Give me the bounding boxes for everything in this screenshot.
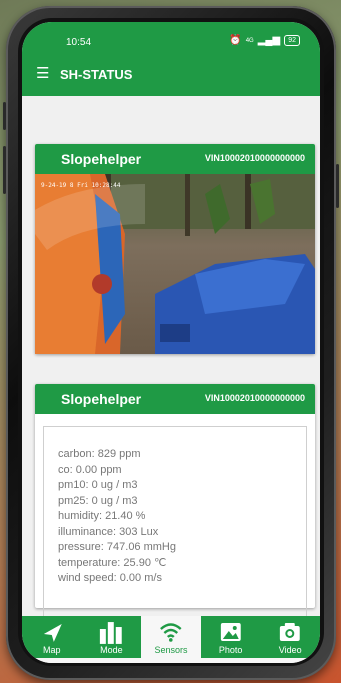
volume-button [3,102,6,130]
reading-pm10: pm10: 0 ug / m3 [58,479,138,491]
nav-sensors[interactable]: Sensors [141,616,201,658]
status-bar: 10:54 ⏰ 4G ▂▄▆ 92 [22,22,320,54]
battery-icon: 92 [284,35,300,46]
reading-co: co: 0.00 ppm [58,463,122,476]
volume-button-down [3,146,6,194]
navigation-arrow-icon [43,624,62,642]
camera-card-header: Slopehelper VIN10002010000000000 [35,144,315,174]
nav-mode[interactable]: Mode [82,616,142,658]
reading-illuminance: illuminance: 303 Lux [58,525,159,538]
content-area[interactable]: Slopehelper VIN10002010000000000 9-24-19… [22,96,320,620]
nav-map[interactable]: Map [22,616,82,658]
wifi-icon [160,623,182,642]
nav-photo-label: Photo [218,645,243,655]
sensor-card: Slopehelper VIN10002010000000000 carbon:… [35,384,315,620]
status-time: 10:54 [66,37,92,48]
nav-photo[interactable]: Photo [201,616,261,658]
power-button [336,164,339,208]
camera-card-title: Slopehelper [61,151,142,167]
camera-timestamp: 9-24-19 8 Fri 10:28:44 [41,182,121,189]
camera-icon [280,623,301,641]
system-nav-bar [22,658,320,663]
reading-pm25: pm25: 0 ug / m3 [58,494,138,507]
status-icons: ⏰ 4G ▂▄▆ 92 [229,35,300,46]
reading-pressure: pressure: 747.06 mmHg [58,541,176,553]
nav-video-label: Video [278,645,302,655]
camera-image [35,174,315,354]
nav-sensors-label: Sensors [154,645,188,655]
bottom-nav: Map Mode Sensors Photo Video [22,616,320,658]
reading-humidity: humidity: 21.40 % [58,510,146,522]
reading-carbon: carbon: 829 ppm [58,448,141,460]
signal-icon: ▂▄▆ [257,35,281,46]
nav-video[interactable]: Video [260,616,320,658]
bar-chart-icon [99,622,122,644]
page-title: SH-STATUS [60,67,133,82]
menu-icon[interactable]: ☰ [36,66,49,81]
nav-map-label: Map [43,645,61,655]
camera-card-vin: VIN10002010000000000 [204,153,305,163]
app-bar: ☰ SH-STATUS [22,54,320,96]
signal-label: 4G [245,37,254,44]
nav-mode-label: Mode [100,645,123,655]
camera-card: Slopehelper VIN10002010000000000 9-24-19… [35,144,315,354]
camera-feed[interactable]: 9-24-19 8 Fri 10:28:44 [35,174,315,354]
reading-wind-speed: wind speed: 0.00 m/s [58,572,162,584]
reading-temperature: temperature: 25.90 ℃ [58,556,167,569]
sensor-card-title: Slopehelper [61,391,142,407]
screen: 10:54 ⏰ 4G ▂▄▆ 92 ☰ SH-STATUS Slopehelpe… [22,22,320,663]
sensor-readings: carbon: 829 ppm co: 0.00 ppm pm10: 0 ug … [43,426,307,620]
image-icon [220,623,241,641]
sensor-card-header: Slopehelper VIN10002010000000000 [35,384,315,414]
sensor-card-vin: VIN10002010000000000 [204,393,305,403]
alarm-icon: ⏰ [229,35,242,46]
